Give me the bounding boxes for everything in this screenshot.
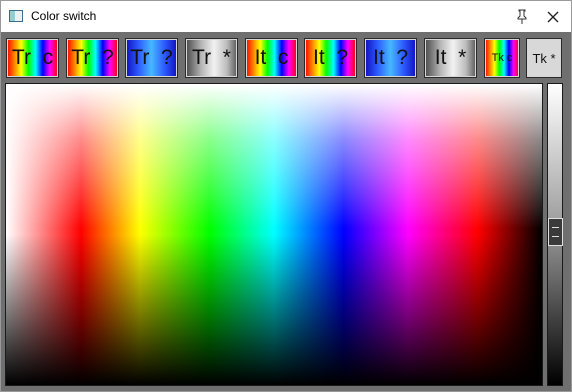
toolbar-button-label: Tr ? <box>130 46 173 69</box>
toolbar-button-tk-star[interactable]: Tk * <box>526 38 562 78</box>
toolbar-button-label: Tr c <box>11 46 54 69</box>
toolbar-button-label: Tr * <box>192 46 231 69</box>
toolbar-button-it-question-2[interactable]: It ? <box>364 38 417 78</box>
window-title: Color switch <box>31 9 97 23</box>
toolbar: Tr c Tr ? Tr ? Tr * It c It ? It ? It * … <box>1 32 571 81</box>
toolbar-button-label: It ? <box>312 46 349 69</box>
toolbar-button-it-star[interactable]: It * <box>424 38 477 78</box>
toolbar-button-tr-question-1[interactable]: Tr ? <box>66 38 119 78</box>
close-icon[interactable] <box>543 7 563 27</box>
title-bar[interactable]: Color switch <box>1 1 571 32</box>
toolbar-button-label: It ? <box>372 46 409 69</box>
toolbar-button-it-c[interactable]: It c <box>245 38 298 78</box>
toolbar-button-tr-question-2[interactable]: Tr ? <box>125 38 178 78</box>
toolbar-button-tr-c[interactable]: Tr c <box>6 38 59 78</box>
toolbar-button-label: It c <box>254 46 289 69</box>
brightness-slider-handle[interactable] <box>548 218 563 246</box>
lightness-gradient <box>6 84 542 385</box>
toolbar-button-it-question-1[interactable]: It ? <box>304 38 357 78</box>
toolbar-button-label: Tk c <box>491 52 513 64</box>
color-picker-canvas[interactable] <box>5 83 543 386</box>
toolbar-button-label: It * <box>434 46 467 69</box>
toolbar-button-label: Tr ? <box>71 46 114 69</box>
toolbar-button-tk-c[interactable]: Tk c <box>484 38 520 78</box>
color-switch-window: Color switch Tr c Tr ? Tr ? Tr * It c It… <box>0 0 572 392</box>
pin-icon[interactable] <box>512 7 532 27</box>
app-window-icon <box>9 10 23 22</box>
toolbar-button-tr-star[interactable]: Tr * <box>185 38 238 78</box>
toolbar-button-label: Tk * <box>532 50 556 66</box>
